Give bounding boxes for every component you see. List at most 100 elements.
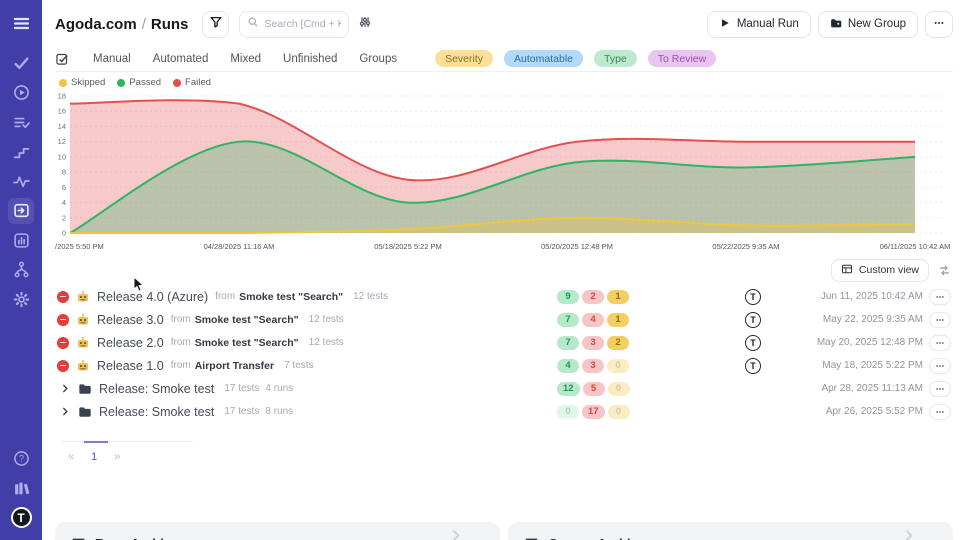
sort-icon[interactable]	[938, 264, 951, 277]
manual-run-label: Manual Run	[737, 18, 799, 30]
library-icon	[13, 480, 30, 497]
gear-icon	[13, 291, 30, 308]
new-group-button[interactable]: New Group	[818, 11, 918, 38]
checklist-icon	[13, 114, 30, 131]
result-badges: 0170	[557, 405, 630, 419]
groups-archive-card[interactable]: Groups Archive	[508, 522, 953, 540]
robot-icon	[76, 313, 90, 327]
search-icon	[247, 15, 259, 33]
svg-text:04/28/2025 11:16 AM: 04/28/2025 11:16 AM	[204, 242, 275, 251]
svg-text:18: 18	[58, 92, 66, 101]
run-title[interactable]: Release 1.0	[97, 359, 164, 373]
passed-count-badge: 0	[557, 405, 579, 419]
filter-pill-type[interactable]: Type	[594, 50, 637, 67]
custom-view-button[interactable]: Custom view	[831, 259, 929, 282]
filter-pill-automatable[interactable]: Automatable	[504, 50, 583, 67]
chevron-right-icon	[902, 528, 917, 540]
search-input[interactable]	[264, 18, 341, 30]
runs-count: 8 runs	[265, 406, 293, 417]
check-icon	[13, 55, 30, 72]
run-date: May 22, 2025 9:35 AM	[823, 314, 923, 325]
table-toolbar: Custom view	[55, 255, 953, 285]
sidebar-item-check[interactable]	[8, 50, 34, 76]
chart-legend: SkippedPassedFailed	[55, 72, 953, 89]
row-more-button[interactable]	[929, 312, 951, 328]
svg-text:06/11/2025 10:42 AM: 06/11/2025 10:42 AM	[880, 242, 951, 251]
from-label: from	[171, 360, 191, 371]
robot-icon	[76, 359, 90, 373]
sidebar-item-pulse[interactable]	[8, 168, 34, 194]
steps-icon	[13, 143, 30, 160]
breadcrumb-project[interactable]: Agoda.com	[55, 16, 137, 33]
select-all-checkbox-icon[interactable]	[55, 52, 69, 66]
sidebar-item-menu[interactable]	[8, 10, 34, 36]
passed-count-badge: 4	[557, 359, 579, 373]
sidebar-item-library[interactable]	[8, 475, 34, 501]
row-more-button[interactable]	[929, 404, 951, 420]
svg-text:12: 12	[58, 137, 66, 146]
breadcrumb: Agoda.com/Runs	[55, 16, 188, 33]
pagination-page-1[interactable]: 1	[91, 451, 97, 463]
from-label: from	[171, 337, 191, 348]
tab-automated[interactable]: Automated	[153, 53, 209, 65]
row-more-button[interactable]	[929, 335, 951, 351]
failed-count-badge: 2	[582, 290, 604, 304]
sidebar-item-gear[interactable]	[8, 286, 34, 312]
sidebar-item-play-circle[interactable]	[8, 80, 34, 106]
assignee-avatar: T	[745, 289, 761, 305]
row-more-button[interactable]	[929, 358, 951, 374]
expand-chevron-icon[interactable]	[60, 383, 71, 394]
pagination-prev-button[interactable]: «	[68, 451, 74, 463]
tab-manual[interactable]: Manual	[93, 53, 131, 65]
adjustments-icon[interactable]	[358, 15, 372, 34]
sidebar-item-branch[interactable]	[8, 257, 34, 283]
run-title[interactable]: Release 2.0	[97, 336, 164, 350]
suite-link[interactable]: Airport Transfer	[195, 360, 274, 372]
passed-count-badge: 7	[557, 313, 579, 327]
suite-link[interactable]: Smoke test "Search"	[195, 337, 299, 349]
row-more-button[interactable]	[929, 381, 951, 397]
run-date: Apr 28, 2025 11:13 AM	[821, 383, 923, 394]
manual-run-button[interactable]: Manual Run	[707, 11, 811, 38]
expand-chevron-icon[interactable]	[60, 406, 71, 417]
failed-status-icon	[57, 291, 69, 303]
ellipsis-icon	[935, 384, 945, 394]
runs-table: Release 4.0 (Azure) from Smoke test "Searc…	[55, 285, 953, 423]
run-date: May 18, 2025 5:22 PM	[822, 360, 923, 371]
group-title[interactable]: Release: Smoke test	[99, 405, 214, 419]
logo-icon: T	[11, 507, 32, 528]
suite-link[interactable]: Smoke test "Search"	[195, 314, 299, 326]
header-more-button[interactable]	[925, 11, 953, 38]
filter-pill-to-review[interactable]: To Review	[648, 50, 716, 67]
run-title[interactable]: Release 3.0	[97, 313, 164, 327]
sidebar-item-logo[interactable]: T	[8, 505, 34, 531]
legend-dot	[117, 79, 125, 87]
sidebar-item-steps[interactable]	[8, 139, 34, 165]
filter-button[interactable]	[202, 11, 229, 38]
sidebar-item-checklist[interactable]	[8, 109, 34, 135]
runs-archive-card[interactable]: Runs Archive	[55, 522, 500, 540]
legend-dot	[59, 79, 67, 87]
run-title[interactable]: Release 4.0 (Azure)	[97, 290, 208, 304]
search-box[interactable]	[239, 11, 349, 38]
failed-count-badge: 5	[583, 382, 605, 396]
tab-unfinished[interactable]: Unfinished	[283, 53, 337, 65]
tab-groups[interactable]: Groups	[359, 53, 397, 65]
group-title[interactable]: Release: Smoke test	[99, 382, 214, 396]
row-more-button[interactable]	[929, 289, 951, 305]
sidebar-item-analytics[interactable]	[8, 227, 34, 253]
pagination-next-button[interactable]: »	[114, 451, 120, 463]
sidebar-item-runs[interactable]	[8, 198, 34, 224]
tests-count: 12 tests	[309, 314, 344, 325]
suite-link[interactable]: Smoke test "Search"	[239, 291, 343, 303]
sidebar-item-help[interactable]: ?	[8, 446, 34, 472]
failed-count-badge: 3	[582, 359, 604, 373]
tab-mixed[interactable]: Mixed	[230, 53, 261, 65]
filter-pill-severity[interactable]: Severity	[435, 50, 493, 67]
table-view-icon	[841, 263, 853, 278]
assignee-avatar: T	[745, 358, 761, 374]
result-badges: 1250	[557, 382, 630, 396]
runs-icon	[13, 202, 30, 219]
svg-text:05/22/2025 9:35 AM: 05/22/2025 9:35 AM	[712, 242, 779, 251]
run-row: Release 1.0fromAirport Transfer7 tests43…	[55, 354, 953, 377]
